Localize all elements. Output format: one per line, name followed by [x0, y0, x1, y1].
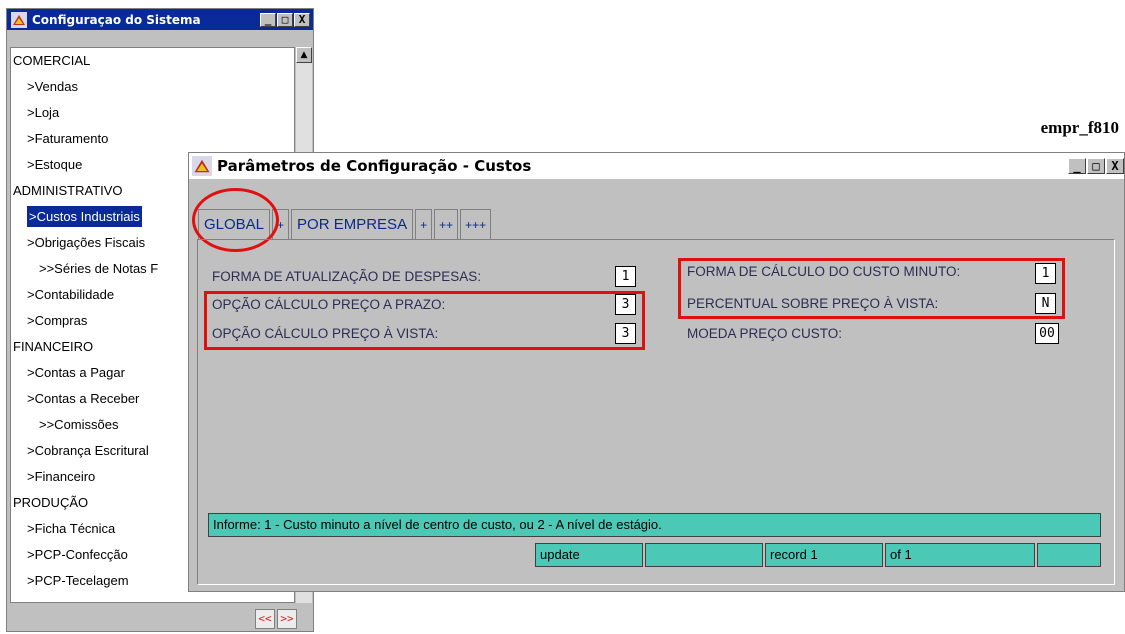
menu-item-label: >>Séries de Notas F [39, 261, 159, 276]
menu-item-label: >Obrigações Fiscais [27, 235, 146, 250]
status-record: record 1 [765, 543, 883, 567]
menu-item-label: >Estoque [27, 157, 83, 172]
menu-item-label: ADMINISTRATIVO [13, 183, 123, 198]
status-mode: update [535, 543, 643, 567]
highlight-box-precos [204, 291, 645, 350]
menu-item-label: >Custos Industriais [26, 205, 143, 228]
scroll-up-icon[interactable]: ▲ [296, 47, 312, 63]
menu-item-label: >Contas a Pagar [27, 365, 125, 380]
menu-item-label: >Contas a Receber [27, 391, 140, 406]
minimize-button[interactable]: _ [260, 12, 276, 27]
menu-item[interactable]: COMERCIAL [11, 48, 294, 74]
status-of: of 1 [885, 543, 1035, 567]
field-label-despesas: FORMA DE ATUALIZAÇÃO DE DESPESAS: [212, 269, 482, 284]
prev-page-button[interactable]: << [255, 609, 275, 629]
help-message-bar: Informe: 1 - Custo minuto a nível de cen… [208, 513, 1101, 537]
tab-por-empresa[interactable]: POR EMPRESA [291, 209, 414, 239]
moeda-input[interactable]: 00 [1035, 323, 1059, 344]
config-params-title: Parâmetros de Configuração - Custos [217, 157, 532, 175]
close-button[interactable]: X [294, 12, 310, 27]
menu-item-label: >Financeiro [27, 469, 96, 484]
menu-item-label: >Vendas [27, 79, 78, 94]
menu-item-label: >Ficha Técnica [27, 521, 116, 536]
maximize-button[interactable]: □ [277, 12, 293, 27]
close-button[interactable]: X [1106, 158, 1124, 174]
status-blank-2 [1037, 543, 1101, 567]
menu-item[interactable]: >Faturamento [11, 126, 294, 152]
menu-item-label: >Faturamento [27, 131, 109, 146]
menu-item-label: >Cobrança Escritural [27, 443, 149, 458]
next-page-button[interactable]: >> [277, 609, 297, 629]
menu-item-label: >Compras [27, 313, 88, 328]
despesas-input[interactable]: 1 [615, 266, 636, 287]
menu-nav: << >> [255, 609, 297, 629]
menu-item[interactable]: >Loja [11, 100, 294, 126]
menu-item-label: COMERCIAL [13, 53, 91, 68]
program-id-label: empr_f810 [1040, 118, 1119, 137]
menu-item-label: >PCP-Tecelagem [27, 573, 129, 588]
menu-item-label: PRODUÇÃO [13, 495, 89, 510]
system-config-title: Configuraçao do Sistema [32, 12, 201, 27]
config-params-titlebar[interactable]: Parâmetros de Configuração - Custos _ □ … [189, 153, 1124, 179]
status-blank-1 [645, 543, 763, 567]
menu-item-label: >Contabilidade [27, 287, 115, 302]
tab-plus-plus[interactable]: ++ [434, 209, 459, 239]
highlight-box-custo-minuto [678, 258, 1065, 319]
tab-plus-2[interactable]: + [415, 209, 433, 239]
app-icon [11, 11, 27, 28]
menu-item[interactable]: >Vendas [11, 74, 294, 100]
config-params-window: Parâmetros de Configuração - Custos _ □ … [188, 152, 1125, 592]
menu-item-label: >PCP-Confecção [27, 547, 128, 562]
tab-plus-plus-plus[interactable]: +++ [460, 209, 492, 239]
field-label-moeda: MOEDA PREÇO CUSTO: [687, 326, 843, 341]
maximize-button[interactable]: □ [1087, 158, 1105, 174]
app-icon [192, 156, 212, 176]
minimize-button[interactable]: _ [1068, 158, 1086, 174]
system-config-titlebar[interactable]: Configuraçao do Sistema _ □ X [7, 9, 313, 30]
menu-item-label: FINANCEIRO [13, 339, 94, 354]
menu-item-label: >Loja [27, 105, 60, 120]
menu-item-label: >>Comissões [39, 417, 119, 432]
